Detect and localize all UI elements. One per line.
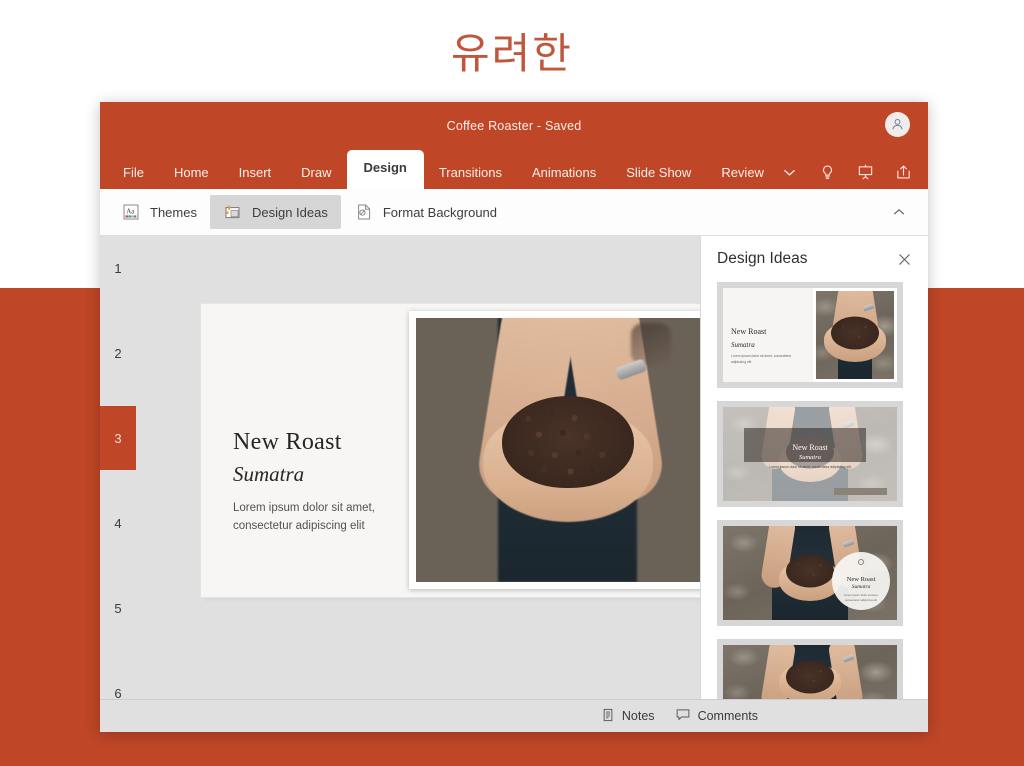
- notes-icon: [601, 708, 615, 725]
- close-icon[interactable]: [894, 249, 914, 269]
- tab-animations[interactable]: Animations: [517, 156, 611, 189]
- format-background-icon: [354, 202, 374, 222]
- thumb-photo-4: [723, 645, 897, 699]
- comments-label: Comments: [697, 709, 758, 723]
- design-ideas-header: Design Ideas: [701, 236, 928, 282]
- slide-number-3[interactable]: 3: [100, 406, 136, 470]
- chevron-up-icon[interactable]: [888, 201, 910, 223]
- design-idea-thumbnail-1[interactable]: New Roast Sumatra Lorem ipsum dolor sit …: [717, 282, 903, 388]
- chevron-down-icon[interactable]: [779, 162, 801, 184]
- design-ideas-icon: [223, 202, 243, 222]
- design-idea-3-body: Lorem ipsum dolor sit amet, consectetur …: [843, 592, 879, 602]
- slide-thumbnail-rail[interactable]: 1 2 3 4 5 6: [100, 236, 166, 701]
- slide-canvas-area: New Roast Sumatra Lorem ipsum dolor sit …: [166, 236, 726, 699]
- comments-button[interactable]: Comments: [675, 707, 758, 726]
- coffee-beans-photo: [416, 318, 719, 582]
- share-icon[interactable]: [893, 162, 915, 184]
- design-idea-1-title: New Roast: [731, 327, 767, 337]
- thumb-photo-1: [815, 291, 894, 379]
- tab-transitions[interactable]: Transitions: [424, 156, 517, 189]
- slide-number-6[interactable]: 6: [100, 661, 136, 725]
- format-background-button[interactable]: Format Background: [341, 195, 510, 229]
- design-idea-thumbnail-3[interactable]: New Roast Sumatra Lorem ipsum dolor sit …: [717, 520, 903, 626]
- slide-body-text[interactable]: Lorem ipsum dolor sit amet, consectetur …: [233, 500, 413, 536]
- svg-text:Aa: Aa: [126, 208, 135, 216]
- comment-bubble-icon: [675, 707, 691, 726]
- design-idea-3-title: New Roast: [846, 575, 876, 583]
- title-bar: Coffee Roaster - Saved: [100, 102, 928, 150]
- tab-home[interactable]: Home: [159, 156, 224, 189]
- design-idea-thumbnail-4[interactable]: [717, 639, 903, 699]
- themes-button[interactable]: Aa Themes: [108, 195, 210, 229]
- page-root: 유려한 Coffee Roaster - Saved File Home Ins…: [0, 0, 1024, 766]
- tab-file[interactable]: File: [108, 156, 159, 189]
- design-idea-2-body: Lorem ipsum dolor sit amet, consectetur …: [769, 465, 851, 470]
- slide-number-2[interactable]: 2: [100, 321, 136, 385]
- design-idea-2-title: New Roast: [792, 442, 828, 452]
- slide-picture-frame[interactable]: [409, 311, 726, 589]
- notes-label: Notes: [621, 709, 655, 723]
- tab-design[interactable]: Design: [346, 150, 424, 189]
- design-idea-1-subtitle: Sumatra: [731, 340, 755, 349]
- tab-slide-show[interactable]: Slide Show: [611, 156, 706, 189]
- design-idea-thumbnail-2[interactable]: New Roast Sumatra Lorem ipsum dolor sit …: [717, 401, 903, 507]
- design-ideas-button[interactable]: Design Ideas: [209, 195, 341, 229]
- design-ideas-label: Design Ideas: [251, 204, 328, 220]
- ribbon: Coffee Roaster - Saved File Home Insert …: [100, 102, 928, 189]
- design-ideas-pane-title: Design Ideas: [717, 250, 808, 267]
- design-ideas-list[interactable]: New Roast Sumatra Lorem ipsum dolor sit …: [701, 282, 928, 699]
- design-toolbar: Aa Themes Design Ideas Format Background: [100, 189, 928, 236]
- tab-review[interactable]: Review: [706, 156, 779, 189]
- powerpoint-window: Coffee Roaster - Saved File Home Insert …: [100, 102, 928, 732]
- design-idea-2-subtitle: Sumatra: [798, 454, 822, 461]
- status-bar: Notes Comments: [100, 699, 928, 732]
- document-title: Coffee Roaster - Saved: [446, 119, 582, 133]
- ribbon-quick-icons: [779, 156, 928, 189]
- tab-draw[interactable]: Draw: [286, 156, 346, 189]
- editor-body: 1 2 3 4 5 6 New Roast Sumatra Lorem ipsu…: [100, 236, 928, 701]
- design-idea-3-subtitle: Sumatra: [851, 584, 871, 591]
- design-idea-1-body: Lorem ipsum dolor sit amet, consectetur …: [731, 353, 792, 364]
- slide-number-1[interactable]: 1: [100, 236, 136, 300]
- present-slideshow-icon[interactable]: [855, 162, 877, 184]
- account-person-icon[interactable]: [885, 112, 910, 137]
- themes-icon: Aa: [121, 202, 141, 222]
- design-ideas-pane: Design Ideas New Roast Sumatra Lorem ips…: [700, 236, 928, 699]
- tab-insert[interactable]: Insert: [224, 156, 287, 189]
- format-background-label: Format Background: [382, 204, 498, 220]
- slide-title[interactable]: New Roast: [233, 429, 342, 456]
- page-headline: 유려한: [451, 28, 573, 78]
- slide-subtitle[interactable]: Sumatra: [233, 462, 304, 487]
- slide-number-5[interactable]: 5: [100, 576, 136, 640]
- ribbon-tabstrip: File Home Insert Draw Design Transitions…: [100, 150, 928, 189]
- design-idea-3-badge: New Roast Sumatra Lorem ipsum dolor sit …: [832, 552, 891, 611]
- notes-button[interactable]: Notes: [601, 708, 655, 725]
- slide-number-4[interactable]: 4: [100, 491, 136, 555]
- lightbulb-tellme-icon[interactable]: [817, 162, 839, 184]
- current-slide[interactable]: New Roast Sumatra Lorem ipsum dolor sit …: [201, 304, 726, 597]
- themes-label: Themes: [150, 204, 197, 220]
